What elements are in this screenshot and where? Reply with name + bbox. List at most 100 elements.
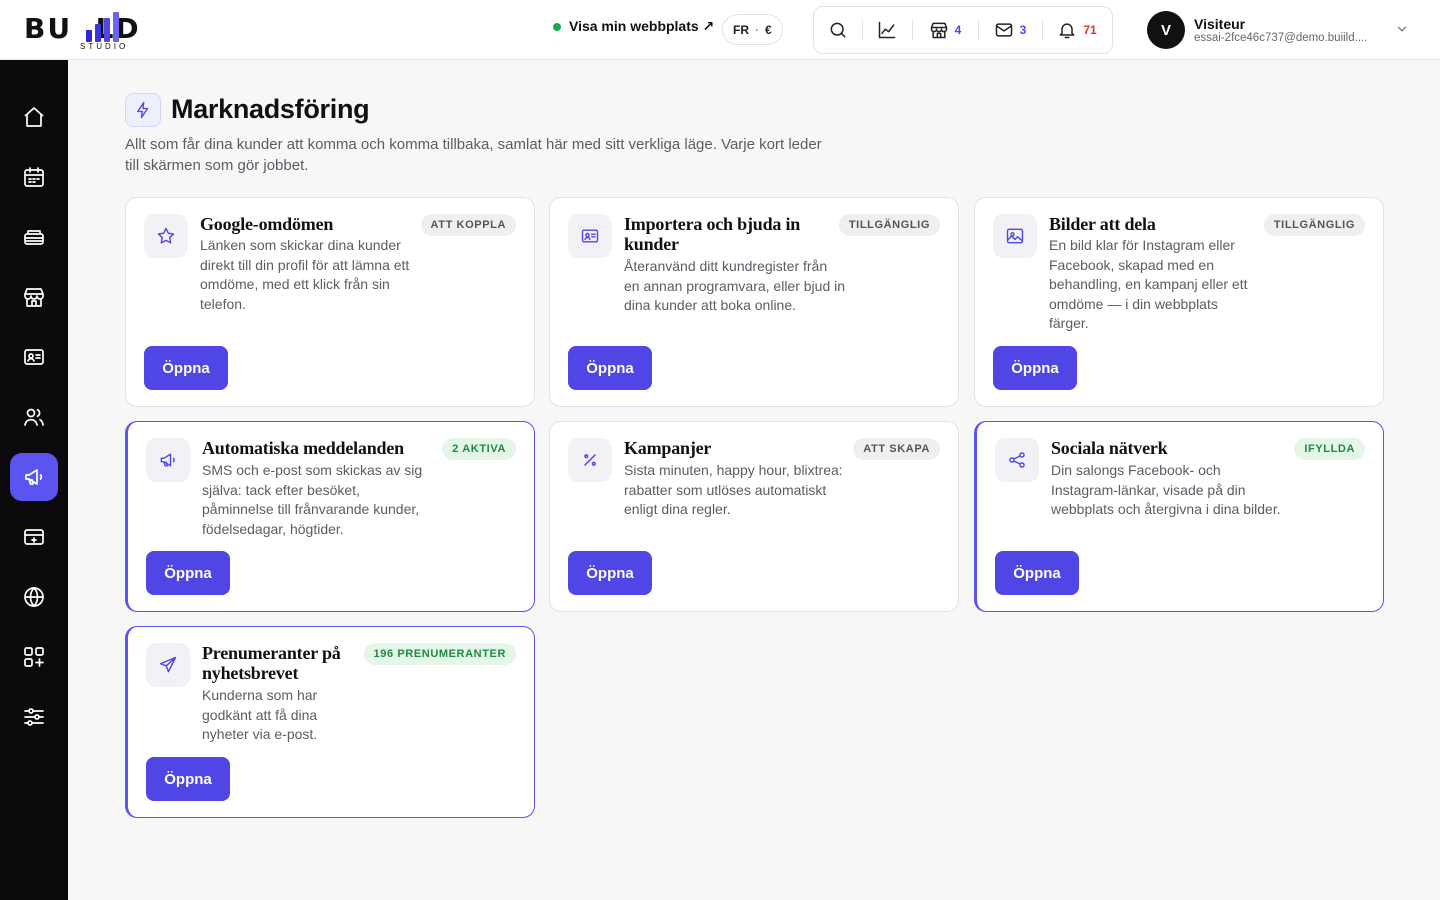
status-badge: ATT SKAPA [853, 438, 940, 460]
page-icon [125, 93, 161, 127]
image-icon [1006, 228, 1024, 244]
card-title: Automatiska meddelanden [202, 438, 404, 458]
card-title: Importera och bjuda in kunder [624, 214, 801, 254]
id-card-icon [581, 229, 599, 243]
visit-site-label: Visa min webbplats ↗ [569, 18, 715, 34]
contact-card-icon [24, 349, 44, 365]
bell-icon [1059, 23, 1075, 39]
card-share-images: Bilder att dela TILLGÄNGLIG En bild klar… [974, 197, 1384, 407]
sidebar-item-settings[interactable] [10, 693, 58, 741]
open-button[interactable]: Öppna [146, 551, 230, 595]
megaphone-icon [160, 453, 175, 467]
card-title: Kampanjer [624, 438, 712, 458]
shop-count: 4 [954, 23, 962, 37]
card-import-invite: Importera och bjuda in kunder TILLGÄNGLI… [549, 197, 959, 407]
store-icon [930, 22, 947, 39]
megaphone-icon [25, 469, 43, 485]
page-title: Marknadsföring [171, 94, 370, 124]
avatar: V [1147, 11, 1185, 49]
card-automatic-messages: Automatiska meddelanden 2 AKTIVA SMS och… [125, 421, 535, 612]
user-name: Visiteur [1194, 16, 1246, 32]
users-icon [24, 408, 44, 426]
open-button[interactable]: Öppna [568, 346, 652, 390]
sidebar-item-store[interactable] [10, 273, 58, 321]
send-icon [159, 656, 177, 673]
language-currency-switcher[interactable]: FR · € [722, 14, 783, 45]
sidebar-item-apps[interactable] [10, 633, 58, 681]
status-badge: TILLGÄNGLIG [838, 214, 940, 236]
notifications-button[interactable]: 71 [1042, 6, 1112, 54]
card-description: Sista minuten, happy hour, blixtrea: rab… [624, 462, 843, 518]
brand-logo[interactable]: BU LD STUDIO [24, 8, 184, 52]
sidebar-item-home[interactable] [10, 93, 58, 141]
user-info: Visiteur essai-2fce46c737@demo.buiild...… [1194, 16, 1389, 44]
search-button[interactable] [814, 6, 862, 54]
page-description: Allt som får dina kunder att komma och k… [125, 136, 822, 174]
stats-button[interactable] [862, 6, 912, 54]
sidebar-item-clients[interactable] [10, 333, 58, 381]
card-description: Länken som skickar dina kunder direkt ti… [200, 237, 410, 312]
sidebar-item-team[interactable] [10, 393, 58, 441]
card-icon [144, 214, 188, 258]
user-menu[interactable]: V Visiteur essai-2fce46c737@demo.buiild.… [1147, 10, 1417, 50]
card-icon [995, 438, 1039, 482]
home-icon [24, 107, 44, 127]
services-icon [24, 230, 44, 245]
mail-icon [995, 23, 1012, 37]
status-badge: IFYLLDA [1294, 438, 1365, 460]
bolt-icon [137, 101, 149, 119]
status-badge: ATT KOPPLA [420, 214, 516, 236]
card-title: Google-omdömen [200, 214, 334, 234]
card-icon [146, 643, 190, 687]
currency-symbol: € [765, 22, 772, 37]
status-badge: 196 PRENUMERANTER [363, 643, 516, 665]
shop-button[interactable]: 4 [912, 6, 978, 54]
open-button[interactable]: Öppna [995, 551, 1079, 595]
status-badge: TILLGÄNGLIG [1263, 214, 1365, 236]
visit-site-link[interactable]: Visa min webbplats ↗ [553, 18, 714, 35]
sliders-icon [24, 708, 44, 726]
share-icon [1009, 452, 1025, 468]
sidebar-item-website[interactable] [10, 573, 58, 621]
open-button[interactable]: Öppna [993, 346, 1077, 390]
mail-button[interactable]: 3 [978, 6, 1042, 54]
apps-icon [24, 647, 44, 667]
star-icon [157, 227, 175, 244]
chart-line-icon [878, 21, 896, 39]
logo-wordmark: BU LD [24, 12, 141, 45]
card-google-reviews: Google-omdömen ATT KOPPLA Länken som ski… [125, 197, 535, 407]
card-title: Prenumeranter på nyhetsbrevet [202, 643, 341, 683]
header-toolbox: 4 3 71 [813, 6, 1113, 54]
card-icon [993, 214, 1037, 258]
card-icon [146, 438, 190, 482]
status-badge: 2 AKTIVA [442, 438, 516, 460]
card-icon [568, 214, 612, 258]
card-social-networks: Sociala nätverk IFYLLDA Din salongs Face… [974, 421, 1384, 612]
payment-icon [24, 529, 44, 545]
card-icon [568, 438, 612, 482]
sidebar-item-payments[interactable] [10, 513, 58, 561]
chevron-down-icon [1397, 26, 1407, 32]
separator-dot: · [755, 22, 759, 37]
store-icon [24, 288, 44, 307]
sidebar-item-services[interactable] [10, 213, 58, 261]
logo-bars-icon [86, 12, 119, 42]
card-title: Bilder att dela [1049, 214, 1156, 234]
card-description: Din salongs Facebook- och Instagram-länk… [1051, 462, 1281, 518]
sidebar-item-marketing[interactable] [10, 453, 58, 501]
card-campaigns: Kampanjer ATT SKAPA Sista minuten, happy… [549, 421, 959, 612]
calendar-icon [24, 167, 44, 187]
mail-count: 3 [1019, 23, 1027, 37]
card-newsletter-subscribers: Prenumeranter på nyhetsbrevet 196 PRENUM… [125, 626, 535, 818]
top-bar: BU LD STUDIO Visa min webbplats ↗ FR · €… [0, 0, 1440, 60]
card-description: Återanvänd ditt kundregister från en ann… [624, 258, 846, 314]
card-description: Kunderna som har godkänt att få dina nyh… [202, 687, 318, 743]
open-button[interactable]: Öppna [568, 551, 652, 595]
open-button[interactable]: Öppna [144, 346, 228, 390]
logo-subtitle: STUDIO [80, 42, 129, 51]
open-button[interactable]: Öppna [146, 757, 230, 801]
search-icon [830, 22, 846, 38]
sidebar-item-calendar[interactable] [10, 153, 58, 201]
card-description: En bild klar för Instagram eller Faceboo… [1049, 237, 1248, 332]
online-status-dot [553, 22, 561, 31]
